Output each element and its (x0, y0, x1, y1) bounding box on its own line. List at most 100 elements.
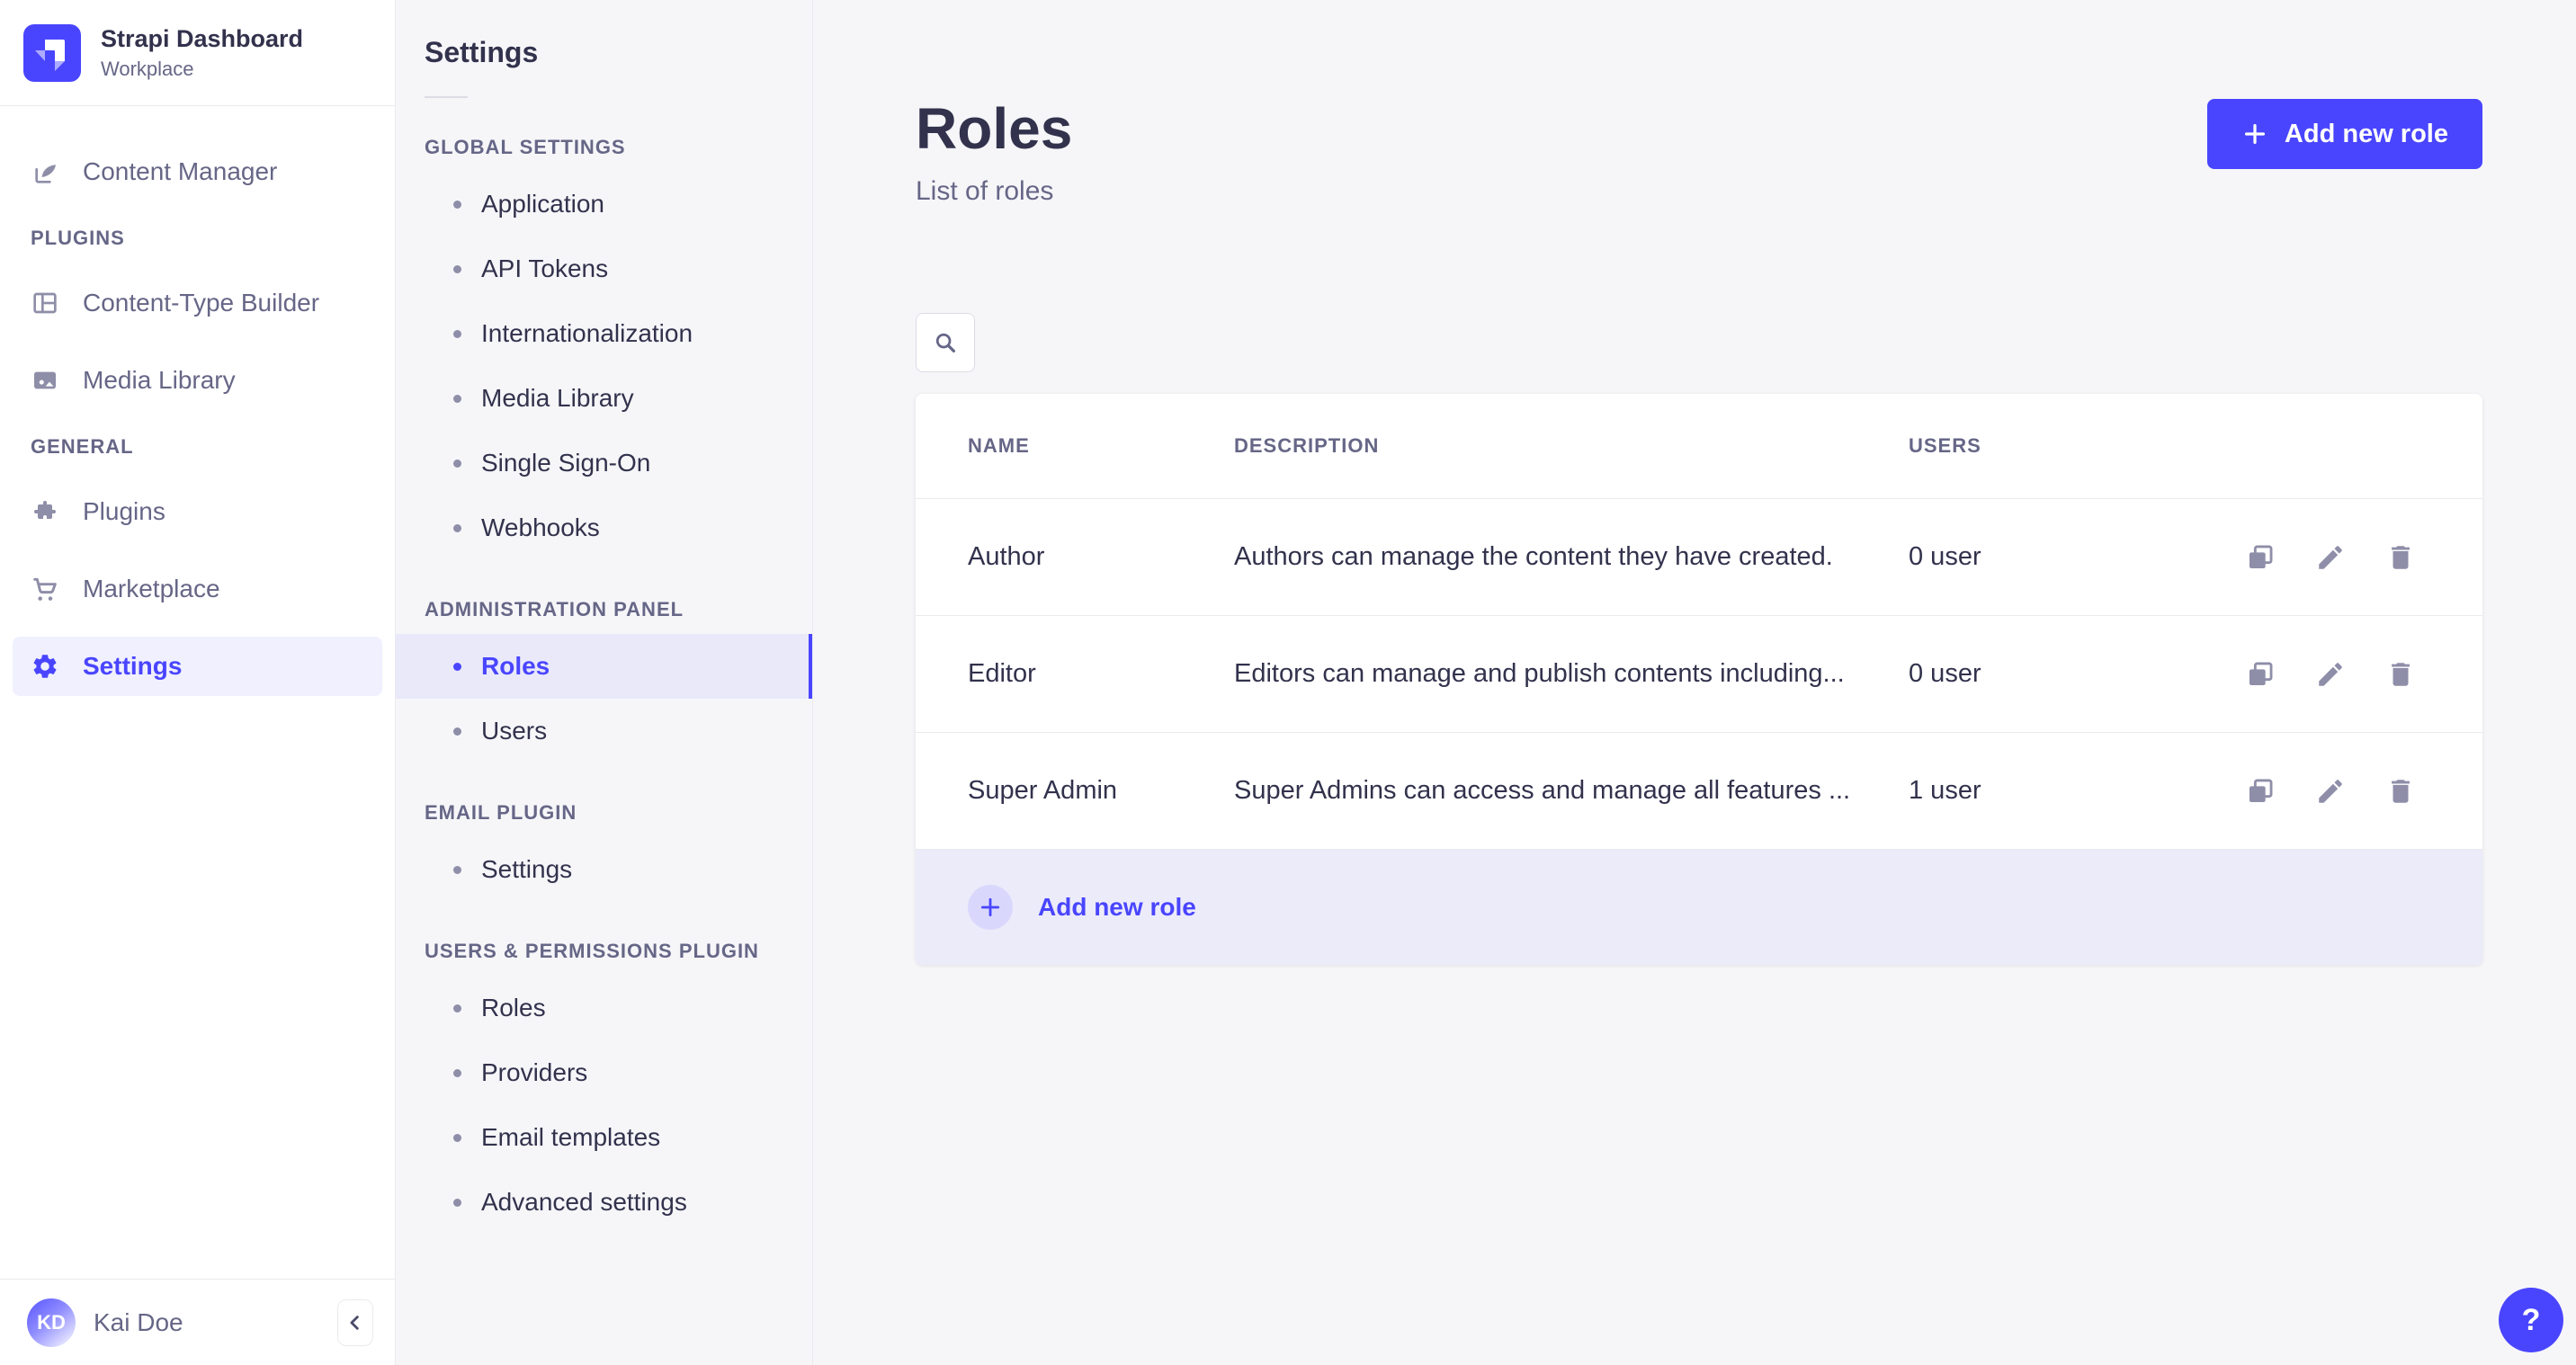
delete-role-button[interactable] (2385, 776, 2416, 807)
subnav-item-label: API Tokens (481, 254, 609, 282)
subnav-item-label: Webhooks (481, 513, 600, 541)
sidebar-item-settings[interactable]: Settings (13, 637, 382, 696)
user-bar: KD Kai Doe (0, 1279, 395, 1365)
subnav-item-label: Application (481, 190, 604, 218)
brand-home-link[interactable]: Strapi Dashboard Workplace (0, 0, 395, 106)
main-nav: Content Manager PLUGINS Content-Type Bui… (0, 106, 395, 1279)
subnav-item-roles-up[interactable]: Roles (396, 976, 812, 1040)
subnav-item-application[interactable]: Application (396, 172, 812, 236)
copy-icon (2249, 545, 2273, 568)
layout-grid-icon (31, 289, 59, 317)
main-sidebar: Strapi Dashboard Workplace Content Manag… (0, 0, 396, 1365)
subnav-item-media-library[interactable]: Media Library (396, 366, 812, 431)
puzzle-icon (31, 497, 59, 526)
edit-role-button[interactable] (2315, 776, 2346, 807)
brand-workspace: Workplace (101, 57, 194, 80)
add-new-role-footer-button[interactable]: Add new role (916, 850, 2482, 965)
role-description: Authors can manage the content they have… (1234, 542, 1833, 571)
bullet-icon (453, 1004, 461, 1013)
column-header-name: Name (968, 434, 1030, 457)
subnav-item-single-sign-on[interactable]: Single Sign-On (396, 431, 812, 495)
table-header-row: Name Description Users (916, 394, 2482, 499)
add-new-role-button[interactable]: Add new role (2206, 99, 2482, 169)
role-users-count: 1 user (1909, 776, 1981, 805)
plus-circle-icon (968, 885, 1013, 930)
subnav-section-label: GLOBAL SETTINGS (425, 136, 626, 158)
toolbar (916, 313, 2482, 372)
sidebar-item-content-type-builder[interactable]: Content-Type Builder (13, 273, 382, 333)
brand-title: Strapi Dashboard (101, 25, 304, 53)
duplicate-role-button[interactable] (2245, 776, 2276, 807)
row-actions (2245, 542, 2416, 573)
sidebar-item-marketplace[interactable]: Marketplace (13, 559, 382, 619)
role-name: Author (968, 542, 1045, 571)
subnav-item-api-tokens[interactable]: API Tokens (396, 236, 812, 301)
subnav-item-label: Advanced settings (481, 1188, 687, 1216)
column-header-users: Users (1909, 434, 1981, 457)
main-content: Roles List of roles Add new role NAME DE… (813, 0, 2576, 1365)
bullet-icon (453, 523, 461, 532)
roles-table-card: Name Description Users Author Authors ca… (916, 394, 2482, 965)
trash-icon (2392, 545, 2410, 569)
bullet-icon (453, 264, 461, 273)
role-name: Editor (968, 659, 1036, 688)
page-header-text: Roles List of roles (916, 97, 1072, 207)
subnav-section-global-settings: GLOBAL SETTINGS Application API Tokens I… (396, 138, 812, 560)
shopping-cart-icon (31, 575, 59, 603)
subnav-divider (425, 96, 468, 98)
bullet-icon (453, 394, 461, 403)
sidebar-item-label: Content-Type Builder (83, 289, 320, 317)
sidebar-section-plugins: PLUGINS Content-Type Builder Media Libra… (13, 227, 382, 410)
sidebar-item-label: Plugins (83, 497, 165, 525)
table-row-super-admin[interactable]: Super Admin Super Admins can access and … (916, 733, 2482, 850)
subnav-item-label: Media Library (481, 384, 634, 412)
delete-role-button[interactable] (2385, 542, 2416, 573)
search-button[interactable] (916, 313, 975, 372)
subnav-item-providers[interactable]: Providers (396, 1040, 812, 1105)
subnav-item-label: Users (481, 717, 548, 745)
avatar[interactable]: KD (27, 1298, 76, 1347)
subnav-section-email-plugin: EMAIL PLUGIN Settings (396, 803, 812, 902)
subnav-item-internationalization[interactable]: Internationalization (396, 301, 812, 366)
duplicate-role-button[interactable] (2245, 659, 2276, 690)
duplicate-role-button[interactable] (2245, 542, 2276, 573)
pencil-icon (2319, 545, 2342, 569)
table-row-editor[interactable]: Editor Editors can manage and publish co… (916, 616, 2482, 733)
help-button[interactable]: ? (2499, 1288, 2563, 1352)
edit-role-button[interactable] (2315, 542, 2346, 573)
subnav-item-label: Roles (481, 652, 550, 680)
table-row-author[interactable]: Author Authors can manage the content th… (916, 499, 2482, 616)
subnav-section-label: ADMINISTRATION PANEL (425, 598, 684, 620)
subnav-section-label: USERS & PERMISSIONS PLUGIN (425, 940, 759, 962)
settings-subnav: Settings GLOBAL SETTINGS Application API… (396, 0, 813, 1365)
role-description: Editors can manage and publish contents … (1234, 659, 1845, 688)
sidebar-item-media-library[interactable]: Media Library (13, 351, 382, 410)
page-header: Roles List of roles Add new role (916, 97, 2482, 207)
sidebar-item-label: Settings (83, 652, 183, 680)
bullet-icon (453, 459, 461, 468)
trash-icon (2392, 662, 2410, 686)
subnav-item-email-settings[interactable]: Settings (396, 837, 812, 902)
subnav-title: Settings (425, 36, 539, 68)
role-description: Super Admins can access and manage all f… (1234, 776, 1851, 805)
subnav-item-users[interactable]: Users (396, 699, 812, 763)
subnav-item-email-templates[interactable]: Email templates (396, 1105, 812, 1170)
bullet-icon (453, 727, 461, 736)
row-actions (2245, 659, 2416, 690)
edit-role-button[interactable] (2315, 659, 2346, 690)
delete-role-button[interactable] (2385, 659, 2416, 690)
copy-icon (2249, 662, 2273, 685)
bullet-icon (453, 329, 461, 338)
subnav-section-label: EMAIL PLUGIN (425, 801, 577, 824)
role-users-count: 0 user (1909, 659, 1981, 688)
subnav-item-advanced-settings[interactable]: Advanced settings (396, 1170, 812, 1235)
sidebar-item-plugins[interactable]: Plugins (13, 482, 382, 541)
subnav-item-webhooks[interactable]: Webhooks (396, 495, 812, 560)
bullet-icon (453, 1133, 461, 1142)
sidebar-item-content-manager[interactable]: Content Manager (13, 142, 382, 201)
collapse-sidebar-button[interactable] (337, 1298, 373, 1346)
subnav-item-roles-admin[interactable]: Roles (396, 634, 812, 699)
bullet-icon (453, 200, 461, 209)
plus-icon (2241, 120, 2268, 147)
row-actions (2245, 776, 2416, 807)
